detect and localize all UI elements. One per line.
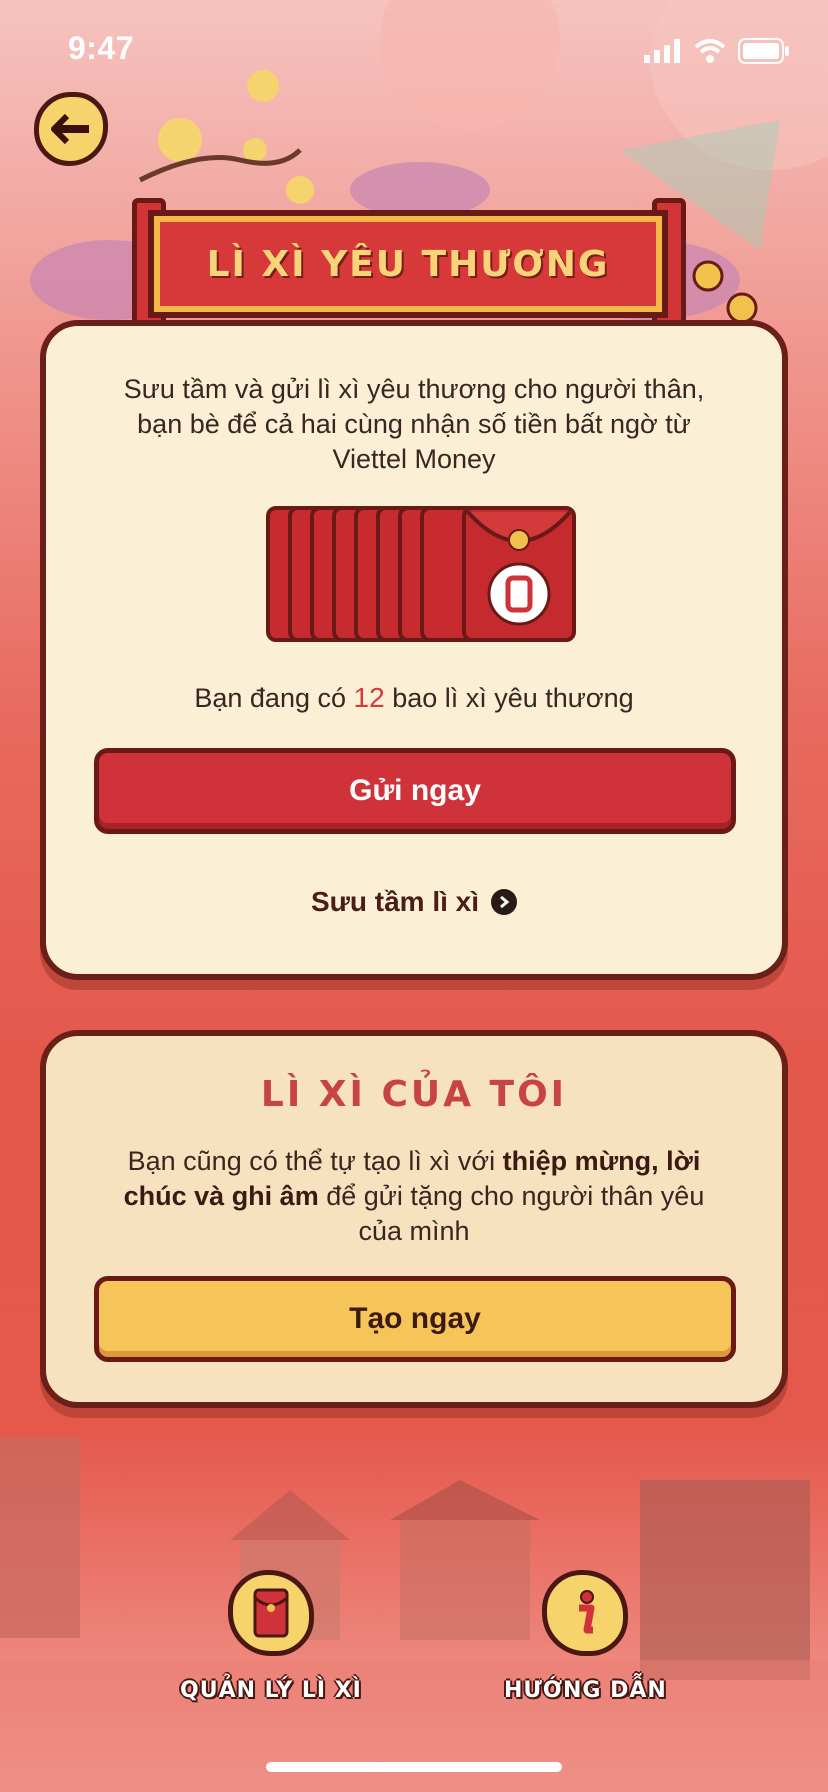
- send-now-button[interactable]: Gửi ngay: [94, 748, 736, 834]
- back-arrow-icon: [51, 114, 89, 144]
- manage-lixi-label: QUẢN LÝ LÌ XÌ: [180, 1678, 362, 1703]
- status-bar: 9:47: [0, 0, 828, 100]
- count-suffix: bao lì xì yêu thương: [392, 683, 634, 713]
- status-time: 9:47: [68, 30, 135, 66]
- envelope-count: Bạn đang có 12 bao lì xì yêu thương: [46, 682, 782, 714]
- lixi-main-card: Sưu tầm và gửi lì xì yêu thương cho ngườ…: [40, 320, 788, 980]
- intro-text: Sưu tầm và gửi lì xì yêu thương cho ngườ…: [123, 374, 705, 474]
- my-lixi-card: LÌ XÌ CỦA TÔI Bạn cũng có thể tự tạo lì …: [40, 1030, 788, 1408]
- signal-icon: [644, 39, 680, 63]
- my-lixi-description: Bạn cũng có thể tự tạo lì xì với thiệp m…: [106, 1144, 722, 1249]
- desc-part1: Bạn cũng có thể tự tạo lì xì với: [127, 1146, 496, 1176]
- guide-nav[interactable]: HƯỚNG DẪN: [504, 1570, 667, 1703]
- create-now-button[interactable]: Tạo ngay: [94, 1276, 736, 1362]
- envelope-flap: [466, 510, 572, 626]
- envelope-stack: [266, 506, 576, 646]
- wifi-icon: [694, 39, 726, 63]
- red-envelope-front: [462, 506, 576, 642]
- title-banner: LÌ XÌ YÊU THƯƠNG: [148, 210, 668, 318]
- my-lixi-title: LÌ XÌ CỦA TÔI: [260, 1074, 568, 1115]
- city-illustration: [0, 1438, 828, 1792]
- count-prefix: Bạn đang có: [194, 683, 346, 713]
- status-icons: [644, 38, 790, 64]
- battery-icon: [738, 38, 789, 64]
- red-envelope-icon: [227, 1570, 314, 1656]
- collect-label: Sưu tầm lì xì: [310, 886, 480, 917]
- collect-lixi-link[interactable]: Sưu tầm lì xì: [46, 886, 782, 918]
- count-value: 12: [353, 682, 385, 713]
- manage-lixi-nav[interactable]: QUẢN LÝ LÌ XÌ: [180, 1570, 362, 1703]
- desc-part2: để gửi tặng cho người thân yêu của mình: [326, 1181, 705, 1246]
- guide-label: HƯỚNG DẪN: [504, 1678, 667, 1703]
- page-title: LÌ XÌ YÊU THƯƠNG: [206, 243, 610, 285]
- info-icon: [542, 1570, 629, 1656]
- chevron-right-icon: [491, 889, 518, 915]
- back-button[interactable]: [34, 92, 108, 166]
- home-indicator[interactable]: [266, 1762, 562, 1772]
